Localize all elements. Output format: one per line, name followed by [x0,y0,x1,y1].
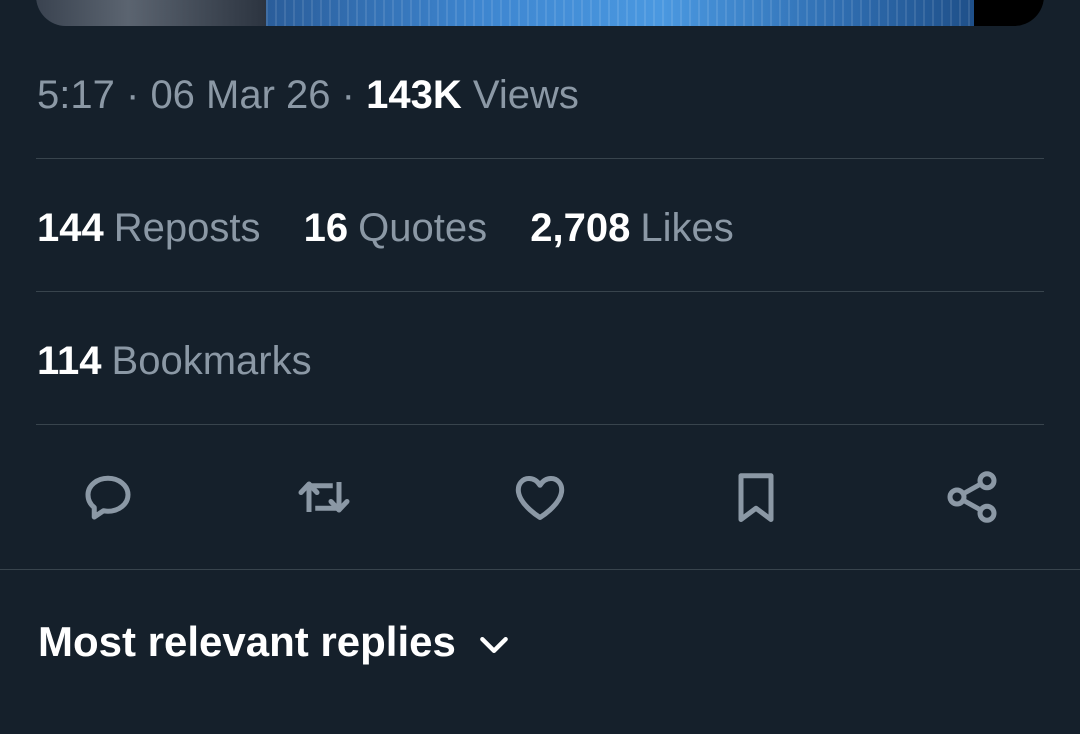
share-button[interactable] [939,464,1005,530]
bookmarks-stat[interactable]: 114 Bookmarks [37,337,312,385]
media-left-region [36,0,266,26]
heart-icon [515,476,565,520]
reply-icon [85,475,131,520]
views-label[interactable]: Views [473,73,579,117]
engagement-stats-row: 144 Reposts 16 Quotes 2,708 Likes [37,204,766,252]
reposts-stat[interactable]: 144 Reposts [37,204,261,252]
bookmarks-label: Bookmarks [111,339,312,383]
divider [36,291,1044,292]
meta-separator: · [341,73,355,117]
tweet-meta-row: 5:17 · 06 Mar 26 · 143K Views [37,71,579,119]
tweet-action-bar [0,464,1080,530]
bookmark-button[interactable] [723,464,789,530]
share-icon [947,471,997,523]
tweet-time[interactable]: 5:17 [37,73,115,117]
media-right-region [974,0,1044,26]
views-count[interactable]: 143K [366,73,462,117]
quotes-count: 16 [303,206,349,250]
bookmarks-count: 114 [37,339,102,383]
like-button[interactable] [507,464,573,530]
reply-button[interactable] [75,464,141,530]
reposts-count: 144 [37,206,104,250]
replies-sort-dropdown[interactable]: Most relevant replies [38,617,514,667]
chevron-down-icon [479,636,508,653]
repost-button[interactable] [291,464,357,530]
quotes-label: Quotes [358,206,488,250]
reposts-label: Reposts [113,206,261,250]
divider [36,424,1044,425]
divider [36,158,1044,159]
tweet-date[interactable]: 06 Mar 26 [150,73,330,117]
bookmark-icon [738,473,774,522]
meta-separator: · [125,73,140,117]
likes-count: 2,708 [530,206,631,250]
quotes-stat[interactable]: 16 Quotes [304,204,487,252]
replies-sort-label: Most relevant replies [38,618,456,665]
tweet-media-image[interactable] [36,0,1044,26]
likes-label: Likes [640,206,734,250]
likes-stat[interactable]: 2,708 Likes [530,204,734,252]
media-center-region [266,0,986,26]
repost-icon [298,481,350,513]
bookmarks-stat-row: 114 Bookmarks [37,337,344,385]
divider [0,569,1080,570]
